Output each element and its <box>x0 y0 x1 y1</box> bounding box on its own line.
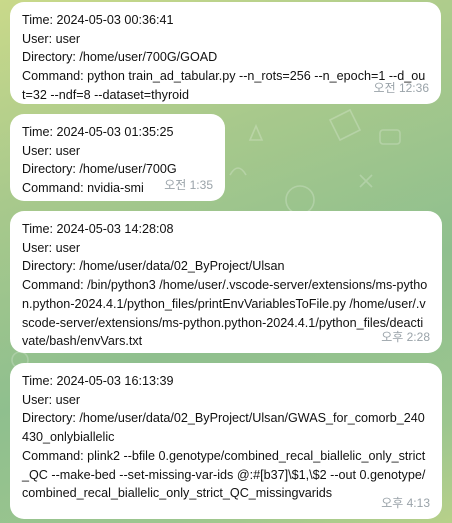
message-user-line: User: user <box>22 392 81 407</box>
message-timestamp: 오후 4:13 <box>381 496 430 511</box>
message-timestamp: 오전 12:36 <box>373 81 429 96</box>
message-timestamp: 오후 2:28 <box>381 330 430 345</box>
message-directory-line: Directory: /home/user/data/02_ByProject/… <box>22 259 285 274</box>
message-bubble[interactable]: Time: 2024-05-03 00:36:41 User: user Dir… <box>10 2 441 104</box>
message-time-line: Time: 2024-05-03 01:35:25 <box>22 125 174 139</box>
message-command-line: Command: /bin/python3 /home/user/.vscode… <box>22 278 428 349</box>
message-time-line: Time: 2024-05-03 16:13:39 <box>22 374 174 388</box>
message-user-line: User: user <box>22 240 81 255</box>
message-bubble[interactable]: Time: 2024-05-03 16:13:39 User: user Dir… <box>10 363 442 519</box>
message-bubble[interactable]: Time: 2024-05-03 01:35:25 User: user Dir… <box>10 114 225 201</box>
message-user-line: User: user <box>22 143 81 158</box>
message-directory-line: Directory: /home/user/data/02_ByProject/… <box>22 411 425 445</box>
message-timestamp: 오전 1:35 <box>164 178 213 193</box>
message-command-line: Command: plink2 --bfile 0.genotype/combi… <box>22 448 426 501</box>
message-time-line: Time: 2024-05-03 14:28:08 <box>22 222 174 236</box>
message-user-line: User: user <box>22 31 81 46</box>
message-bubble[interactable]: Time: 2024-05-03 14:28:08 User: user Dir… <box>10 211 442 353</box>
message-time-line: Time: 2024-05-03 00:36:41 <box>22 13 174 27</box>
message-directory-line: Directory: /home/user/700G/GOAD <box>22 50 218 65</box>
message-command-line: Command: python train_ad_tabular.py --n_… <box>22 69 426 102</box>
